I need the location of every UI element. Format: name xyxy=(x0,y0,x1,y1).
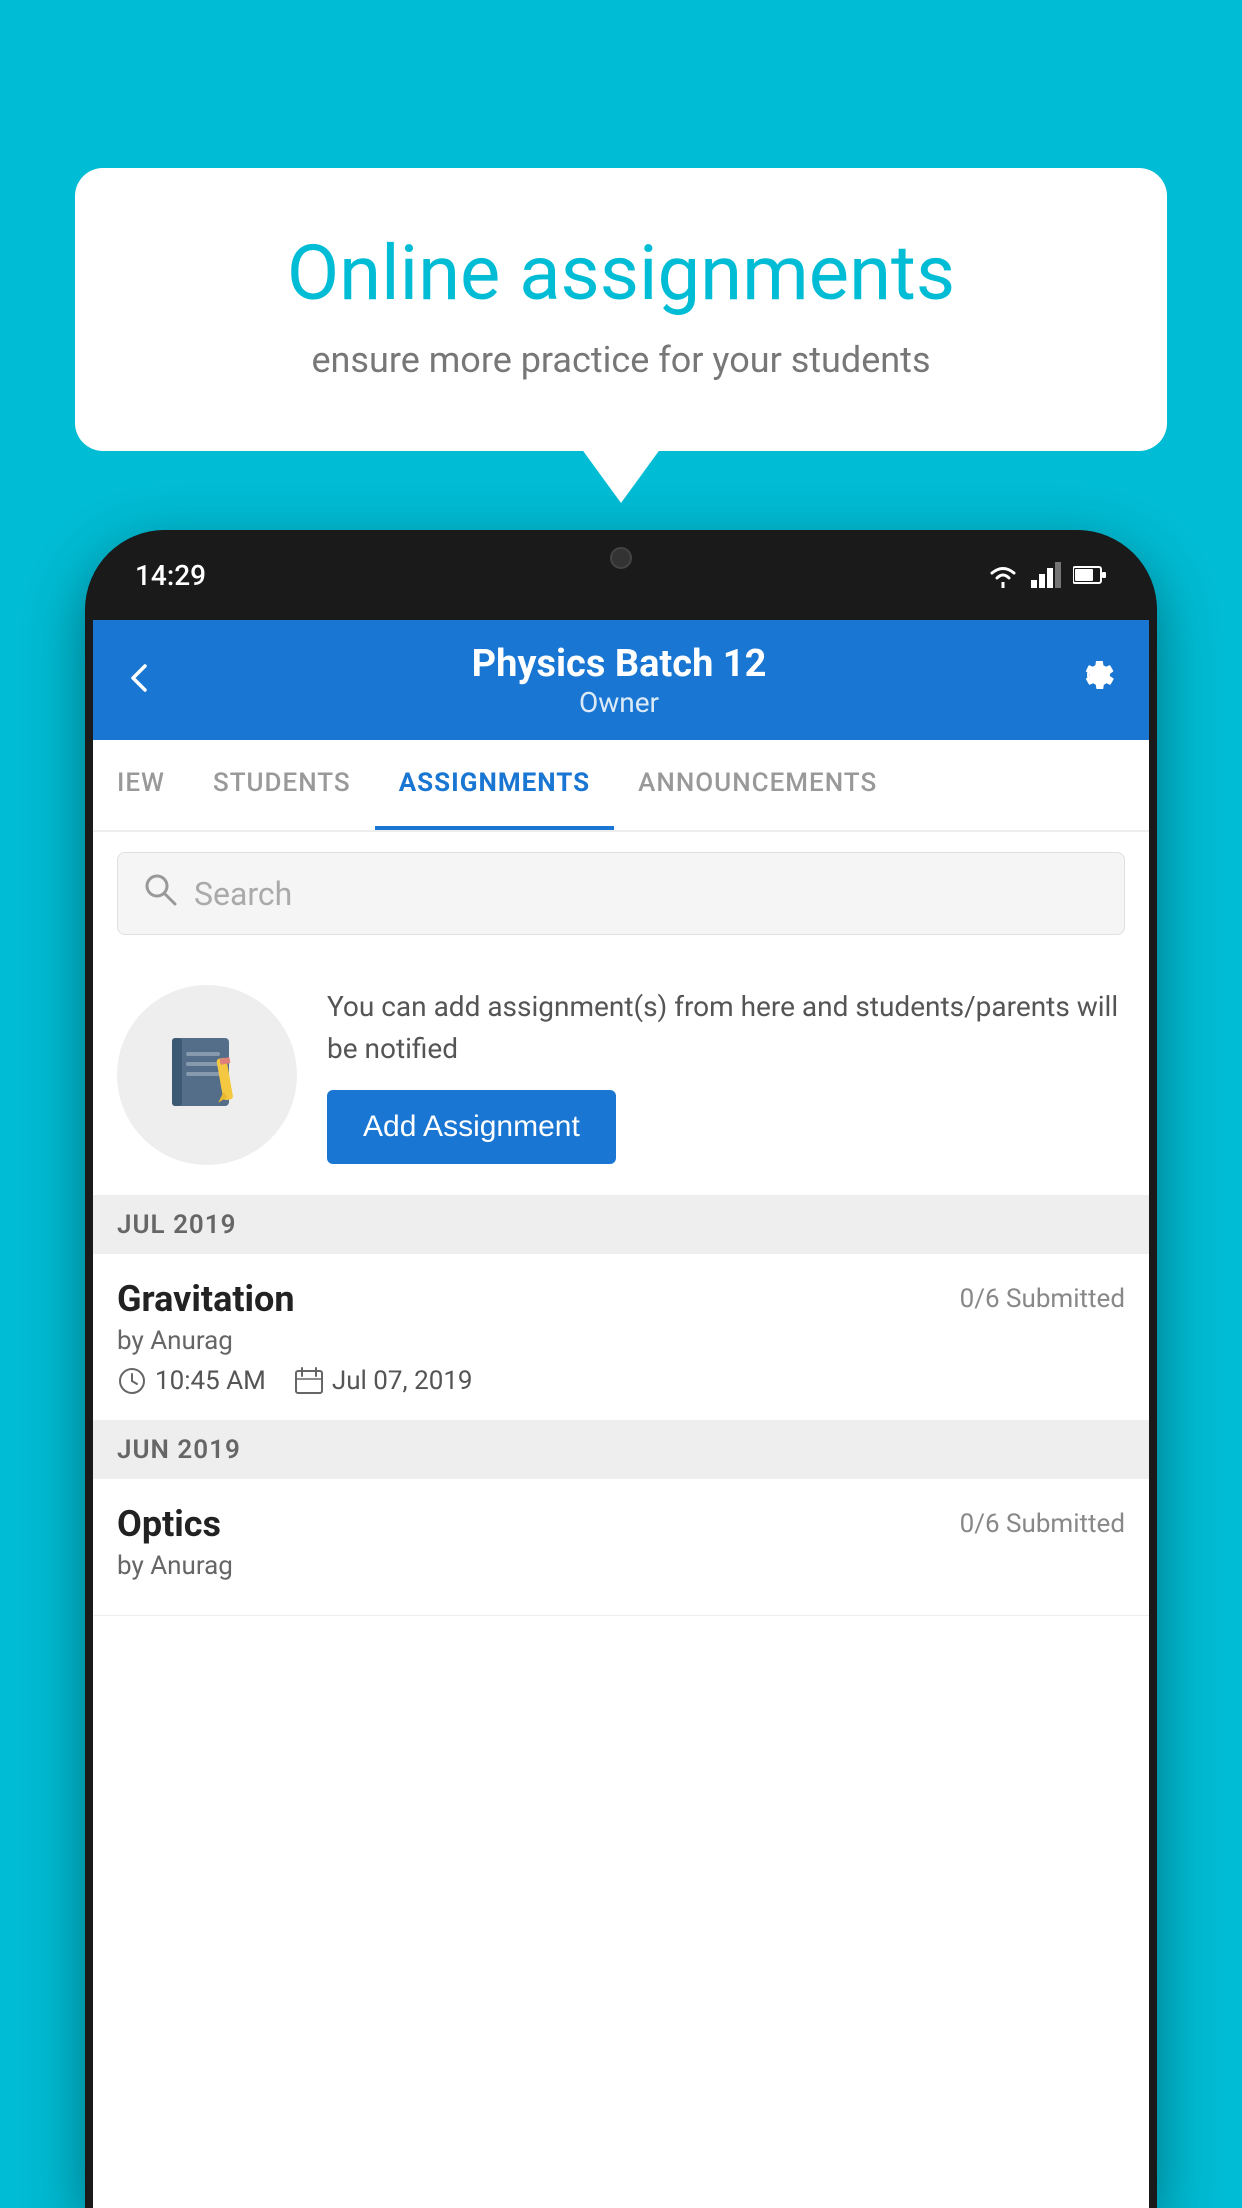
back-button[interactable] xyxy=(123,651,159,709)
app-bar-title-block: Physics Batch 12 Owner xyxy=(179,642,1059,719)
assignment-icon-circle xyxy=(117,985,297,1165)
gravitation-date-value: Jul 07, 2019 xyxy=(332,1366,473,1396)
calendar-icon xyxy=(294,1366,324,1396)
status-time: 14:29 xyxy=(135,559,206,592)
assignment-gravitation-header: Gravitation 0/6 Submitted xyxy=(117,1278,1125,1320)
assignment-gravitation-author: by Anurag xyxy=(117,1326,1125,1356)
phone-frame: 14:29 xyxy=(85,530,1157,2208)
tab-students[interactable]: STUDENTS xyxy=(189,740,375,830)
assignment-gravitation-submitted: 0/6 Submitted xyxy=(960,1284,1125,1314)
search-box[interactable]: Search xyxy=(117,852,1125,935)
gravitation-time-value: 10:45 AM xyxy=(155,1366,266,1396)
tab-announcements[interactable]: ANNOUNCEMENTS xyxy=(614,740,901,830)
assignment-gravitation-meta: 10:45 AM Jul 07, 2019 xyxy=(117,1366,1125,1396)
promo-speech-bubble: Online assignments ensure more practice … xyxy=(75,168,1167,451)
signal-icon xyxy=(1031,562,1061,588)
tabs-bar: IEW STUDENTS ASSIGNMENTS ANNOUNCEMENTS xyxy=(93,740,1149,832)
assignment-optics[interactable]: Optics 0/6 Submitted by Anurag xyxy=(93,1479,1149,1616)
bubble-subtitle: ensure more practice for your students xyxy=(145,339,1097,381)
batch-subtitle: Owner xyxy=(179,686,1059,719)
batch-title: Physics Batch 12 xyxy=(179,642,1059,686)
assignment-gravitation-name: Gravitation xyxy=(117,1278,295,1320)
assignment-gravitation[interactable]: Gravitation 0/6 Submitted by Anurag 10:4… xyxy=(93,1254,1149,1421)
search-icon xyxy=(142,871,178,916)
assignment-optics-name: Optics xyxy=(117,1503,221,1545)
app-bar: Physics Batch 12 Owner xyxy=(93,620,1149,740)
search-input[interactable]: Search xyxy=(194,875,292,913)
camera-dot xyxy=(610,547,632,569)
clock-icon xyxy=(117,1366,147,1396)
notebook-icon xyxy=(162,1030,252,1120)
wifi-icon xyxy=(987,562,1019,588)
promo-block: You can add assignment(s) from here and … xyxy=(93,955,1149,1196)
assignment-optics-author: by Anurag xyxy=(117,1551,1125,1581)
section-jun-2019: JUN 2019 xyxy=(93,1421,1149,1479)
search-container: Search xyxy=(93,832,1149,955)
assignment-optics-header: Optics 0/6 Submitted xyxy=(117,1503,1125,1545)
notch xyxy=(541,530,701,585)
assignment-optics-submitted: 0/6 Submitted xyxy=(960,1509,1125,1539)
battery-icon xyxy=(1073,565,1107,585)
settings-icon[interactable] xyxy=(1071,651,1119,710)
status-icons xyxy=(987,562,1107,588)
bubble-title: Online assignments xyxy=(145,228,1097,319)
tab-iew[interactable]: IEW xyxy=(93,740,189,830)
promo-content: You can add assignment(s) from here and … xyxy=(327,986,1125,1164)
status-bar: 14:29 xyxy=(85,530,1157,620)
promo-description: You can add assignment(s) from here and … xyxy=(327,986,1125,1070)
tab-assignments[interactable]: ASSIGNMENTS xyxy=(375,740,614,830)
add-assignment-button[interactable]: Add Assignment xyxy=(327,1090,616,1164)
phone-screen: Physics Batch 12 Owner IEW STUDENTS ASSI… xyxy=(93,620,1149,2208)
assignment-gravitation-time: 10:45 AM xyxy=(117,1366,266,1396)
section-jul-2019: JUL 2019 xyxy=(93,1196,1149,1254)
assignment-gravitation-date: Jul 07, 2019 xyxy=(294,1366,473,1396)
